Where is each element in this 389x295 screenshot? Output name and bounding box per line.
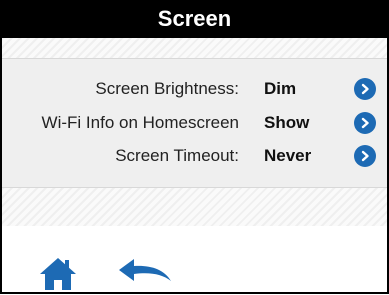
title-bar: Screen [2,0,387,38]
setting-label: Screen Timeout: [115,146,239,165]
setting-row-screen-timeout[interactable]: Screen Timeout: Never [2,139,387,173]
footer-nav [2,226,387,292]
settings-panel: Screen Brightness: Dim Wi-Fi Info on Hom… [2,59,387,188]
back-button[interactable] [118,258,172,282]
page-title: Screen [157,6,232,31]
home-icon [40,258,76,290]
back-arrow-icon [119,259,171,281]
top-divider-stripe [2,38,387,59]
setting-row-wifi-info[interactable]: Wi-Fi Info on Homescreen Show [2,106,387,140]
bottom-divider-stripe [2,188,387,226]
setting-value: Show [264,113,310,132]
setting-label: Wi-Fi Info on Homescreen [41,113,239,132]
chevron-right-icon[interactable] [354,145,376,167]
setting-row-screen-brightness[interactable]: Screen Brightness: Dim [2,72,387,106]
chevron-right-icon[interactable] [354,112,376,134]
screen-window: Screen Screen Brightness: Dim Wi-Fi Info… [0,0,389,294]
setting-value: Dim [264,79,297,98]
home-button[interactable] [38,256,78,290]
setting-label: Screen Brightness: [95,79,239,98]
chevron-right-icon[interactable] [354,78,376,100]
setting-value: Never [264,146,312,165]
